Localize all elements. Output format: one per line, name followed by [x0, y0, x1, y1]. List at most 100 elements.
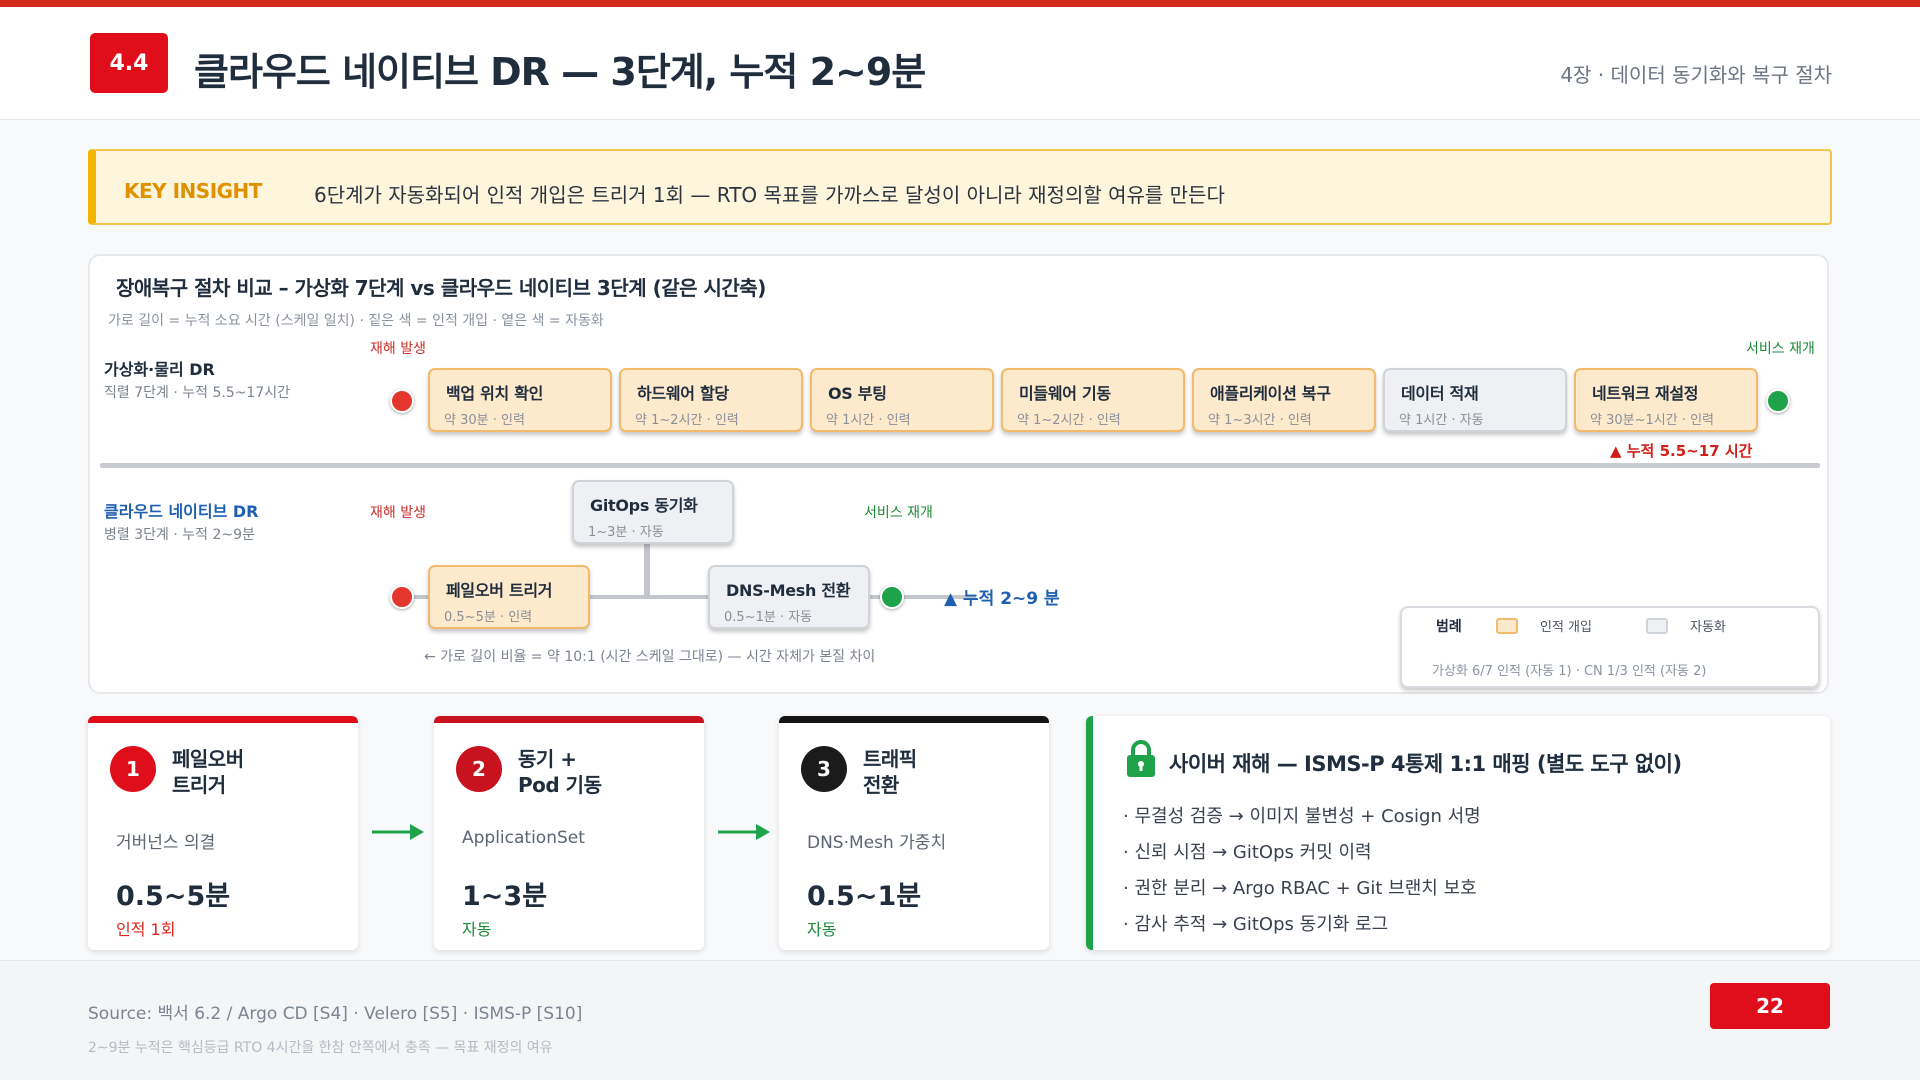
page-number: 22 — [1710, 983, 1830, 1029]
source-citation: Source: 백서 6.2 / Argo CD [S4] · Velero [… — [88, 1004, 583, 1024]
card-title-line2: Pod 기동 — [518, 773, 602, 797]
step-card-2: 2 동기 + Pod 기동 ApplicationSet 1~3분 자동 — [434, 716, 704, 950]
gitops-connector — [644, 544, 650, 598]
diagram-title: 장애복구 절차 비교 – 가상화 7단계 vs 클라우드 네이티브 3단계 (같… — [116, 276, 766, 300]
card-mode: 자동 — [807, 920, 837, 939]
step-time: 약 1~3시간 · 인력 — [1208, 413, 1312, 428]
cloud-step-dns-mesh: DNS-Mesh 전환 0.5~1분 · 자동 — [708, 565, 870, 629]
card-subtitle: DNS·Mesh 가중치 — [807, 833, 947, 853]
step-time: 약 1시간 · 자동 — [1399, 413, 1484, 428]
step-time: 0.5~5분 · 인력 — [444, 610, 533, 625]
step-name: 애플리케이션 복구 — [1210, 384, 1331, 403]
isms-item-trust-point: · 신뢰 시점 → GitOps 커밋 이력 — [1123, 842, 1372, 863]
card-duration: 1~3분 — [462, 881, 548, 912]
slide-header: 4.4 클라우드 네이티브 DR — 3단계, 누적 2~9분 4장 · 데이터… — [0, 7, 1920, 120]
step-time: 약 1시간 · 인력 — [826, 413, 911, 428]
virtual-step-2: 하드웨어 할당 약 1~2시간 · 인력 — [619, 368, 803, 432]
card-subtitle: 거버넌스 의결 — [116, 833, 216, 853]
card-title: 동기 + Pod 기동 — [518, 746, 602, 798]
lane-divider — [100, 463, 1820, 468]
cloud-cumulative: ▲ 누적 2~9 분 — [944, 589, 1060, 609]
diagram-subtitle: 가로 길이 = 누적 소요 시간 (스케일 일치) · 짙은 색 = 인적 개입… — [108, 313, 604, 329]
card-duration: 0.5~5분 — [116, 881, 231, 912]
dr-comparison-diagram: 장애복구 절차 비교 – 가상화 7단계 vs 클라우드 네이티브 3단계 (같… — [88, 254, 1829, 694]
virtual-step-5: 애플리케이션 복구 약 1~3시간 · 인력 — [1192, 368, 1376, 432]
card-accent-bar — [779, 716, 1049, 723]
section-badge: 4.4 — [90, 33, 168, 93]
step-card-3: 3 트래픽 전환 DNS·Mesh 가중치 0.5~1분 자동 — [779, 716, 1049, 950]
virtual-step-6: 데이터 적재 약 1시간 · 자동 — [1383, 368, 1567, 432]
step-name: 네트워크 재설정 — [1592, 384, 1699, 403]
insight-label: KEY INSIGHT — [124, 179, 262, 203]
card-title-line1: 트래픽 — [863, 747, 917, 771]
key-insight-box: KEY INSIGHT 6단계가 자동화되어 인적 개입은 트리거 1회 — R… — [88, 149, 1832, 225]
isms-item-audit: · 감사 추적 → GitOps 동기화 로그 — [1123, 914, 1389, 935]
virtual-cumulative: ▲ 누적 5.5~17 시간 — [1610, 442, 1753, 460]
step-name: 미들웨어 기동 — [1019, 384, 1111, 403]
virtual-start-tag: 재해 발생 — [370, 341, 426, 357]
page-title: 클라우드 네이티브 DR — 3단계, 누적 2~9분 — [194, 50, 926, 94]
arrow-right-icon — [718, 824, 770, 840]
virtual-end-dot — [1766, 389, 1790, 413]
top-accent-bar — [0, 0, 1920, 7]
step-name: 페일오버 트리거 — [446, 581, 553, 600]
step-time: 0.5~1분 · 자동 — [724, 610, 813, 625]
step-card-1: 1 페일오버 트리거 거버넌스 의결 0.5~5분 인적 1회 — [88, 716, 358, 950]
card-title: 페일오버 트리거 — [172, 746, 244, 798]
isms-mapping-card: 사이버 재해 — ISMS-P 4통제 1:1 매핑 (별도 도구 없이) · … — [1086, 716, 1830, 950]
card-duration: 0.5~1분 — [807, 881, 922, 912]
insight-text: 6단계가 자동화되어 인적 개입은 트리거 1회 — RTO 목표를 가까스로 … — [314, 183, 1225, 207]
arrow-right-icon — [372, 824, 424, 840]
virtual-start-dot — [390, 389, 414, 413]
virtual-step-7: 네트워크 재설정 약 30분~1시간 · 인력 — [1574, 368, 1758, 432]
virtual-lane-desc: 직렬 7단계 · 누적 5.5~17시간 — [104, 385, 291, 401]
chapter-label: 4장 · 데이터 동기화와 복구 절차 — [1560, 63, 1832, 87]
step-name: 데이터 적재 — [1401, 384, 1479, 403]
cloud-start-tag: 재해 발생 — [370, 505, 426, 521]
card-mode: 인적 1회 — [116, 920, 176, 939]
step-time: 1~3분 · 자동 — [588, 525, 664, 540]
step-name: DNS-Mesh 전환 — [726, 581, 851, 600]
card-title-line1: 페일오버 — [172, 747, 244, 771]
step-time: 약 30분 · 인력 — [444, 413, 525, 428]
step-time: 약 1~2시간 · 인력 — [635, 413, 739, 428]
cloud-lane-name: 클라우드 네이티브 DR — [104, 502, 259, 521]
card-accent-bar — [434, 716, 704, 723]
card-title: 트래픽 전환 — [863, 746, 917, 798]
cloud-step-gitops-sync: GitOps 동기화 1~3분 · 자동 — [572, 480, 734, 544]
legend-auto-swatch — [1646, 618, 1668, 634]
card-number: 3 — [801, 746, 847, 792]
virtual-end-tag: 서비스 재개 — [1746, 341, 1815, 357]
cloud-end-dot — [880, 585, 904, 609]
lock-icon — [1127, 740, 1155, 777]
step-name: 하드웨어 할당 — [637, 384, 729, 403]
card-accent-bar — [88, 716, 358, 723]
legend-title: 범례 — [1436, 619, 1462, 635]
card-number: 1 — [110, 746, 156, 792]
cloud-start-dot — [390, 585, 414, 609]
card-mode: 자동 — [462, 920, 492, 939]
card-number: 2 — [456, 746, 502, 792]
virtual-step-3: OS 부팅 약 1시간 · 인력 — [810, 368, 994, 432]
legend-summary: 가상화 6/7 인적 (자동 1) · CN 1/3 인적 (자동 2) — [1432, 664, 1707, 679]
step-name: GitOps 동기화 — [590, 496, 698, 515]
step-time: 약 30분~1시간 · 인력 — [1590, 413, 1714, 428]
card-title-line2: 전환 — [863, 773, 899, 797]
cloud-step-failover-trigger: 페일오버 트리거 0.5~5분 · 인력 — [428, 565, 590, 629]
card-title-line1: 동기 + — [518, 747, 577, 771]
step-name: 백업 위치 확인 — [446, 384, 544, 403]
legend-auto-label: 자동화 — [1690, 620, 1726, 635]
legend-human-swatch — [1496, 618, 1518, 634]
footer-note: 2~9분 누적은 핵심등급 RTO 4시간을 한참 안쪽에서 충족 — 목표 재… — [88, 1040, 553, 1056]
cloud-lane-desc: 병렬 3단계 · 누적 2~9분 — [104, 527, 255, 543]
virtual-step-4: 미들웨어 기동 약 1~2시간 · 인력 — [1001, 368, 1185, 432]
virtual-lane-name: 가상화·물리 DR — [104, 360, 215, 379]
card-title-line2: 트리거 — [172, 773, 226, 797]
isms-item-integrity: · 무결성 검증 → 이미지 불변성 + Cosign 서명 — [1123, 806, 1481, 827]
isms-title: 사이버 재해 — ISMS-P 4통제 1:1 매핑 (별도 도구 없이) — [1169, 752, 1682, 776]
virtual-step-1: 백업 위치 확인 약 30분 · 인력 — [428, 368, 612, 432]
cloud-end-tag: 서비스 재개 — [864, 505, 933, 521]
isms-item-separation: · 권한 분리 → Argo RBAC + Git 브랜치 보호 — [1123, 878, 1477, 899]
slide-footer: Source: 백서 6.2 / Argo CD [S4] · Velero [… — [0, 960, 1920, 1080]
legend: 범례 인적 개입 자동화 가상화 6/7 인적 (자동 1) · CN 1/3 … — [1400, 606, 1820, 688]
